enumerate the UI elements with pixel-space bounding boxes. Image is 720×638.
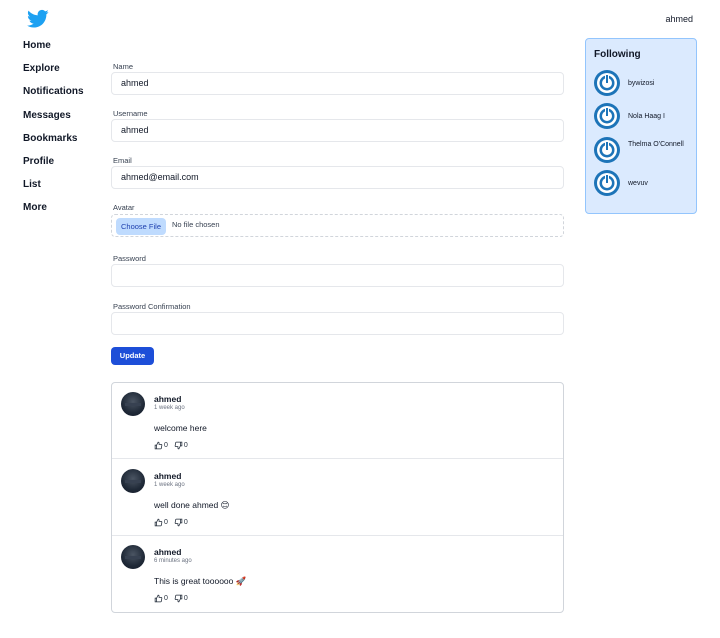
nav-item-more[interactable]: More [23, 200, 84, 223]
email-label: Email [113, 156, 132, 165]
dislike-count: 0 [183, 519, 188, 526]
thumbs-up-icon [154, 594, 163, 603]
nav-item-profile[interactable]: Profile [23, 154, 84, 177]
like-button[interactable]: 0 [154, 441, 168, 450]
file-status: No file chosen [172, 220, 220, 229]
twitter-bird-icon[interactable] [27, 9, 49, 29]
thumbs-down-icon [174, 518, 183, 527]
post-card: ahmed 6 minutes ago This is great tooooo… [112, 536, 563, 612]
name-label: Name [113, 62, 134, 71]
avatar-label: Avatar [113, 203, 135, 212]
like-count: 0 [164, 595, 168, 602]
main-nav: Home Explore Notifications Messages Book… [23, 38, 84, 224]
power-icon [594, 103, 620, 129]
post-actions: 0 0 [154, 518, 188, 527]
post-author[interactable]: ahmed [154, 471, 181, 481]
nav-item-explore[interactable]: Explore [23, 61, 84, 84]
avatar[interactable] [121, 469, 145, 493]
like-button[interactable]: 0 [154, 518, 168, 527]
like-button[interactable]: 0 [154, 594, 168, 603]
nav-item-messages[interactable]: Messages [23, 108, 84, 131]
post-text: well done ahmed 😊 [154, 500, 230, 510]
post-timestamp: 1 week ago [154, 482, 185, 488]
post-timestamp: 1 week ago [154, 405, 185, 411]
post-actions: 0 0 [154, 441, 188, 450]
thumbs-up-icon [154, 518, 163, 527]
dislike-button[interactable]: 0 [174, 441, 188, 450]
username-field[interactable]: ahmed [111, 119, 564, 142]
post-card: ahmed 1 week ago well done ahmed 😊 0 0 [112, 460, 563, 536]
post-author[interactable]: ahmed [154, 547, 181, 557]
nav-item-home[interactable]: Home [23, 38, 84, 61]
following-title: Following [594, 49, 641, 60]
password-confirmation-label: Password Confirmation [113, 302, 191, 311]
password-confirmation-field[interactable] [111, 312, 564, 335]
current-user-link[interactable]: ahmed [665, 14, 693, 24]
choose-file-button[interactable]: Choose File [116, 218, 167, 235]
like-count: 0 [164, 519, 168, 526]
following-user-name: wevuv [628, 180, 648, 187]
password-field[interactable] [111, 264, 564, 287]
thumbs-down-icon [174, 594, 183, 603]
post-author[interactable]: ahmed [154, 394, 181, 404]
username-label: Username [113, 109, 148, 118]
post-timestamp: 6 minutes ago [154, 558, 192, 564]
nav-item-notifications[interactable]: Notifications [23, 84, 84, 107]
following-user[interactable]: Thelma O'Connell [594, 137, 694, 165]
post-actions: 0 0 [154, 594, 188, 603]
following-user-name: Thelma O'Connell [628, 141, 684, 148]
email-field[interactable]: ahmed@email.com [111, 166, 564, 189]
name-field[interactable]: ahmed [111, 72, 564, 95]
nav-item-list[interactable]: List [23, 177, 84, 200]
post-card: ahmed 1 week ago welcome here 0 0 [112, 383, 563, 459]
power-icon [594, 70, 620, 96]
dislike-button[interactable]: 0 [174, 518, 188, 527]
power-icon [594, 170, 620, 196]
avatar[interactable] [121, 392, 145, 416]
following-user-name: bywizosi [628, 80, 655, 87]
avatar-file-input[interactable]: Choose File No file chosen [111, 214, 564, 237]
post-text: This is great toooooo 🚀 [154, 576, 247, 586]
dislike-count: 0 [183, 442, 188, 449]
following-user[interactable]: Nola Haag I [594, 103, 694, 131]
dislike-count: 0 [183, 595, 188, 602]
dislike-button[interactable]: 0 [174, 594, 188, 603]
avatar[interactable] [121, 545, 145, 569]
update-button[interactable]: Update [111, 347, 154, 365]
password-label: Password [113, 254, 146, 263]
like-count: 0 [164, 442, 168, 449]
thumbs-up-icon [154, 441, 163, 450]
nav-item-bookmarks[interactable]: Bookmarks [23, 131, 84, 154]
following-user[interactable]: wevuv [594, 170, 694, 198]
thumbs-down-icon [174, 441, 183, 450]
power-icon [594, 137, 620, 163]
following-user-name: Nola Haag I [628, 113, 665, 120]
post-feed: ahmed 1 week ago welcome here 0 0 ahmed … [111, 382, 564, 613]
following-panel: Following bywizosi Nola Haag I Thelma O'… [585, 38, 697, 214]
post-text: welcome here [154, 423, 207, 433]
following-user[interactable]: bywizosi [594, 70, 694, 98]
